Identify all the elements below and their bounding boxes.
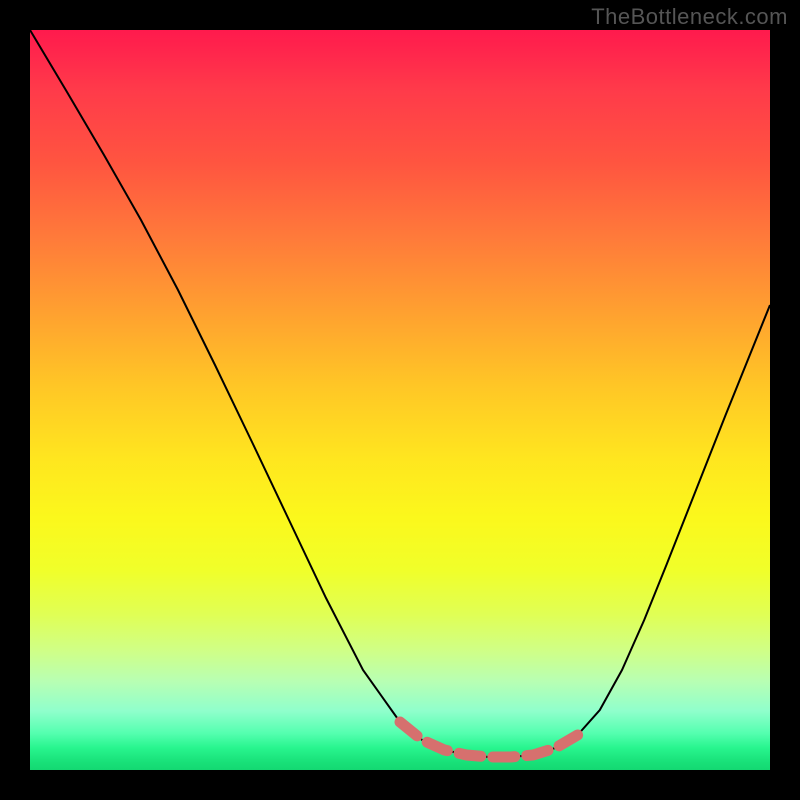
bottleneck-curve-path xyxy=(30,30,770,757)
optimal-band-path xyxy=(400,722,578,757)
watermark-label: TheBottleneck.com xyxy=(591,4,788,30)
chart-svg xyxy=(30,30,770,770)
